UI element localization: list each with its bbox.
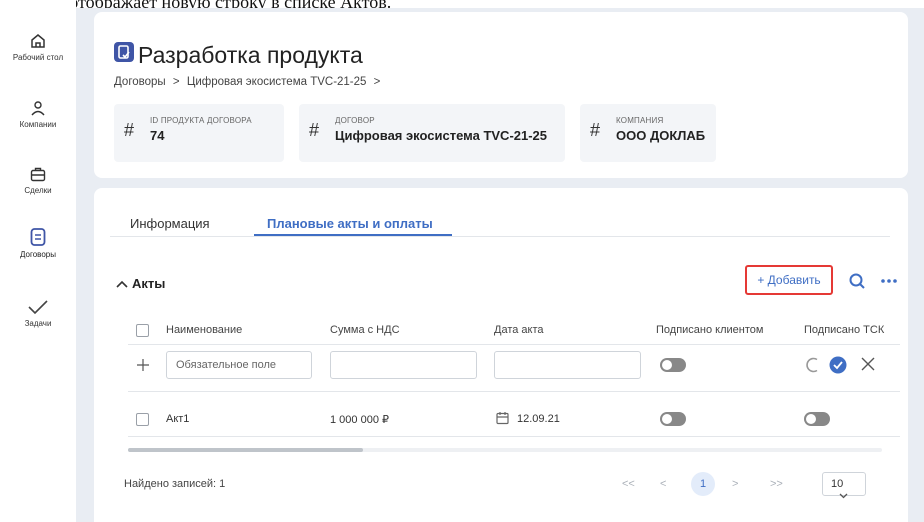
info-product-id: # ID ПРОДУКТА ДОГОВОРА 74 [114, 104, 284, 162]
column-header-signed-client[interactable]: Подписано клиентом [656, 324, 763, 336]
chevron-down-icon [839, 493, 848, 499]
sidebar-item-tasks[interactable]: Задачи [0, 298, 76, 328]
search-icon[interactable] [848, 272, 866, 295]
act-name[interactable]: Акт1 [166, 413, 189, 425]
calendar-icon [496, 411, 509, 430]
chevron-up-icon [116, 280, 128, 288]
hash-icon: # [590, 120, 601, 140]
users-icon [31, 101, 45, 116]
section-title: Акты [132, 276, 166, 291]
breadcrumb-separator: > [172, 76, 180, 88]
last-page-button[interactable]: >> [770, 478, 783, 490]
main-content: Разработка продукта Договоры > Цифровая … [76, 8, 924, 522]
date-input[interactable] [494, 351, 641, 379]
records-found: Найдено записей: 1 [124, 478, 226, 490]
sidebar-item-label: Компании [19, 120, 57, 129]
add-button[interactable]: + Добавить [745, 265, 833, 295]
info-label: ID ПРОДУКТА ДОГОВОРА [150, 116, 252, 125]
more-options-icon[interactable] [880, 274, 898, 293]
plus-icon [136, 358, 150, 377]
tab-planned-acts[interactable]: Плановые акты и оплаты [267, 216, 433, 231]
page-size-select[interactable]: 10 [822, 472, 866, 499]
breadcrumb: Договоры > Цифровая экосистема TVC-21-25… [114, 76, 380, 88]
briefcase-icon [30, 167, 46, 182]
page-size-value: 10 [831, 478, 844, 490]
header-card: Разработка продукта Договоры > Цифровая … [94, 12, 908, 178]
column-header-date[interactable]: Дата акта [494, 324, 544, 336]
current-page-button[interactable]: 1 [691, 472, 715, 496]
signed-client-toggle[interactable] [660, 412, 686, 426]
prev-page-button[interactable]: < [660, 478, 666, 490]
sidebar-item-label: Задачи [24, 319, 52, 328]
sidebar-item-contracts[interactable]: Договоры [0, 227, 76, 259]
column-header-signed-tsk[interactable]: Подписано ТСК [804, 324, 884, 336]
hash-icon: # [309, 120, 320, 140]
signed-tsk-toggle[interactable] [804, 412, 830, 426]
cancel-edit-icon[interactable] [804, 356, 822, 379]
next-page-button[interactable]: > [732, 478, 738, 490]
column-header-amount[interactable]: Сумма с НДС [330, 324, 400, 336]
info-label: ДОГОВОР [335, 116, 375, 125]
column-header-name[interactable]: Наименование [166, 324, 242, 336]
row-divider [128, 436, 900, 437]
breadcrumb-contracts[interactable]: Договоры [114, 76, 166, 88]
act-date: 12.09.21 [517, 413, 560, 425]
row-divider [128, 391, 900, 392]
info-label: КОМПАНИЯ [616, 116, 664, 125]
info-value: Цифровая экосистема TVC-21-25 [335, 128, 548, 143]
signed-client-toggle[interactable] [660, 358, 686, 372]
active-tab-indicator [254, 234, 452, 236]
sidebar-item-companies[interactable]: Компании [0, 99, 76, 129]
breadcrumb-separator: > [373, 76, 381, 88]
info-value: 74 [150, 128, 165, 143]
acts-card: Информация Плановые акты и оплаты Акты +… [94, 188, 908, 522]
sidebar: Рабочий стол Компании Сделки Договоры За… [0, 0, 76, 522]
act-amount: 1 000 000 ₽ [330, 414, 389, 426]
amount-input[interactable] [330, 351, 477, 379]
info-value: ООО ДОКЛАБ [616, 128, 706, 143]
info-contract: # ДОГОВОР Цифровая экосистема TVC-21-25 [299, 104, 565, 162]
home-icon [31, 34, 45, 48]
document-icon [30, 228, 46, 246]
sidebar-item-label: Сделки [24, 186, 52, 195]
breadcrumb-contract[interactable]: Цифровая экосистема TVC-21-25 [187, 76, 367, 88]
sidebar-item-dashboard[interactable]: Рабочий стол [0, 32, 76, 62]
checkmark-icon [28, 300, 48, 315]
close-icon[interactable] [860, 356, 876, 377]
sidebar-item-label: Договоры [20, 250, 56, 259]
sidebar-item-deals[interactable]: Сделки [0, 165, 76, 195]
sidebar-item-label: Рабочий стол [12, 53, 64, 62]
tabs-divider [110, 236, 890, 237]
confirm-check-icon[interactable] [829, 356, 847, 379]
info-company: # КОМПАНИЯ ООО ДОКЛАБ [580, 104, 716, 162]
tab-information[interactable]: Информация [130, 216, 210, 231]
horizontal-scrollbar-thumb[interactable] [128, 448, 363, 452]
first-page-button[interactable]: << [622, 478, 635, 490]
row-checkbox[interactable] [136, 413, 149, 426]
contract-icon [114, 42, 134, 62]
select-all-checkbox[interactable] [136, 324, 149, 337]
page-title: Разработка продукта [138, 42, 363, 68]
hash-icon: # [124, 120, 135, 140]
row-divider [128, 344, 900, 345]
acts-section-toggle[interactable]: Акты [116, 276, 165, 291]
name-input[interactable] [166, 351, 312, 379]
